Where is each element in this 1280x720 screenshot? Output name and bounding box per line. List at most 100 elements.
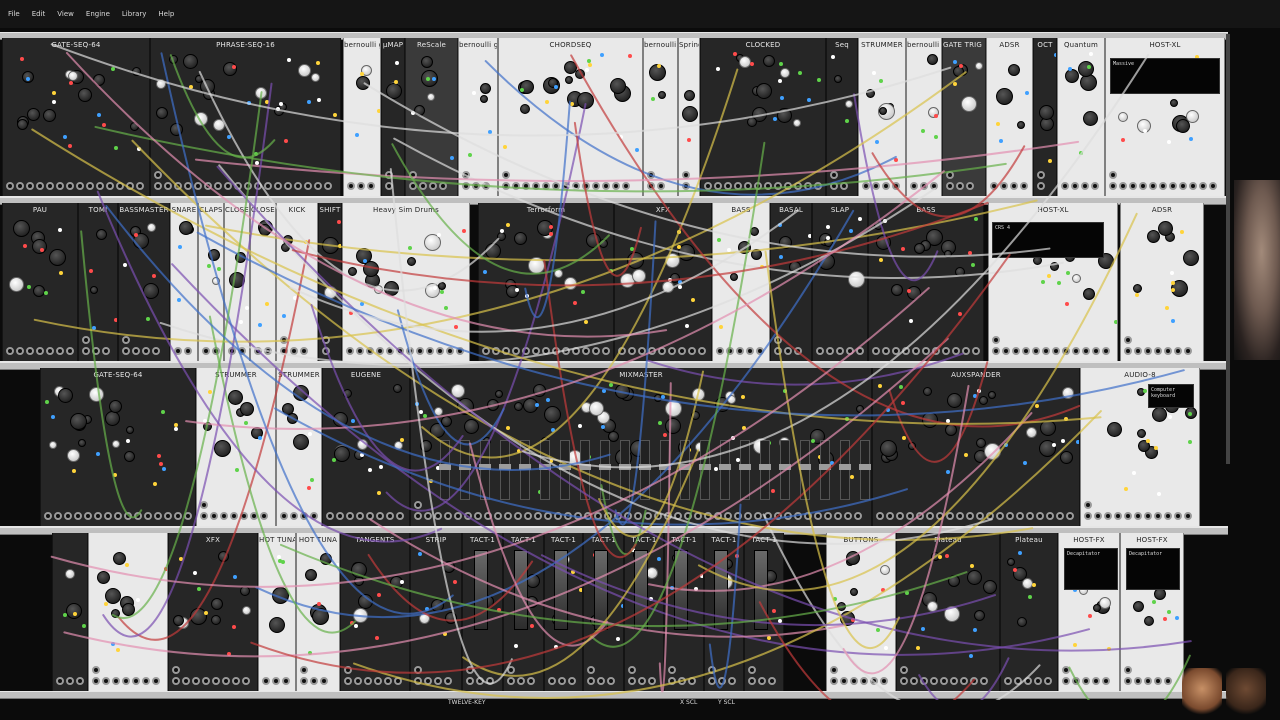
knob[interactable] (211, 276, 220, 285)
jack[interactable] (1209, 182, 1217, 190)
knob[interactable] (575, 69, 586, 80)
knob[interactable] (729, 272, 738, 281)
knob[interactable] (347, 266, 357, 276)
module-springs[interactable]: Springs (678, 38, 700, 196)
jack[interactable] (804, 182, 812, 190)
knob[interactable] (77, 439, 86, 448)
jack[interactable] (748, 677, 756, 685)
knob[interactable] (1176, 119, 1191, 134)
jack[interactable] (980, 677, 988, 685)
jack[interactable] (862, 182, 870, 190)
jack[interactable] (419, 182, 427, 190)
knob[interactable] (589, 400, 605, 416)
jack[interactable] (562, 347, 570, 355)
jack[interactable] (1094, 512, 1102, 520)
jack[interactable] (1032, 347, 1040, 355)
module-rescale[interactable]: ReScale (405, 38, 458, 196)
jack[interactable] (644, 512, 652, 520)
jack[interactable] (582, 347, 590, 355)
knob[interactable] (386, 83, 402, 100)
jack[interactable] (992, 347, 1000, 355)
knob[interactable] (268, 617, 285, 634)
jack[interactable] (494, 512, 502, 520)
jack[interactable] (564, 512, 572, 520)
jack[interactable] (454, 512, 462, 520)
jack[interactable] (462, 171, 470, 179)
jack[interactable] (274, 182, 282, 190)
jack[interactable] (182, 677, 190, 685)
knob[interactable] (1062, 386, 1075, 399)
knob[interactable] (926, 601, 938, 613)
jack[interactable] (774, 336, 782, 344)
jack[interactable] (1092, 677, 1100, 685)
jack[interactable] (544, 512, 552, 520)
jack[interactable] (476, 677, 484, 685)
jack[interactable] (1119, 182, 1127, 190)
jack[interactable] (280, 512, 288, 520)
knob[interactable] (324, 285, 338, 299)
module-tangents[interactable]: TANGENTS (340, 533, 410, 691)
knob[interactable] (358, 594, 374, 610)
jack[interactable] (542, 347, 550, 355)
jack[interactable] (474, 512, 482, 520)
jack[interactable] (234, 182, 242, 190)
jack[interactable] (554, 512, 562, 520)
module-heavy-sim-drums[interactable]: Heavy Sim Drums (342, 203, 470, 361)
jack[interactable] (1102, 347, 1110, 355)
jack[interactable] (429, 182, 437, 190)
jack[interactable] (572, 347, 580, 355)
knob[interactable] (49, 440, 58, 449)
jack[interactable] (956, 512, 964, 520)
jack[interactable] (240, 512, 248, 520)
module-bernoulli-gate[interactable]: bernoulli gate (906, 38, 942, 196)
knob[interactable] (1064, 68, 1079, 83)
knob[interactable] (64, 569, 75, 580)
knob[interactable] (988, 390, 997, 399)
jack[interactable] (242, 677, 250, 685)
jack[interactable] (602, 182, 610, 190)
knob[interactable] (208, 249, 221, 262)
knob[interactable] (792, 119, 801, 128)
jack[interactable] (657, 182, 665, 190)
knob[interactable] (738, 241, 752, 255)
jack[interactable] (1010, 182, 1018, 190)
knob[interactable] (632, 269, 647, 284)
jack[interactable] (708, 666, 716, 674)
jack[interactable] (1199, 182, 1207, 190)
jack[interactable] (534, 512, 542, 520)
jack[interactable] (970, 677, 978, 685)
jack[interactable] (718, 677, 726, 685)
knob[interactable] (374, 284, 384, 294)
jack[interactable] (414, 501, 422, 509)
jack[interactable] (1044, 677, 1052, 685)
jack[interactable] (386, 512, 394, 520)
jack[interactable] (409, 182, 417, 190)
jack[interactable] (834, 512, 842, 520)
jack[interactable] (1072, 347, 1080, 355)
jack[interactable] (512, 347, 520, 355)
jack[interactable] (1062, 666, 1070, 674)
mixer-fader[interactable] (499, 440, 511, 500)
jack[interactable] (86, 182, 94, 190)
knob[interactable] (1146, 230, 1160, 244)
jack[interactable] (416, 347, 424, 355)
knob[interactable] (235, 252, 247, 264)
jack[interactable] (1037, 182, 1045, 190)
jack[interactable] (1134, 512, 1142, 520)
jack[interactable] (132, 347, 140, 355)
knob[interactable] (1006, 557, 1015, 566)
knob[interactable] (281, 403, 294, 416)
jack[interactable] (900, 666, 908, 674)
module-seq[interactable]: Seq (826, 38, 858, 196)
mixer-fader[interactable] (599, 440, 611, 500)
module-adsr[interactable]: ADSR (986, 38, 1033, 196)
module-snare[interactable]: SNARE (170, 203, 198, 361)
knob[interactable] (682, 105, 699, 122)
jack[interactable] (664, 512, 672, 520)
jack[interactable] (102, 347, 110, 355)
jack[interactable] (82, 336, 90, 344)
jack[interactable] (194, 182, 202, 190)
knob[interactable] (921, 411, 938, 428)
jack[interactable] (936, 512, 944, 520)
tact-touch-strip[interactable] (714, 550, 728, 630)
